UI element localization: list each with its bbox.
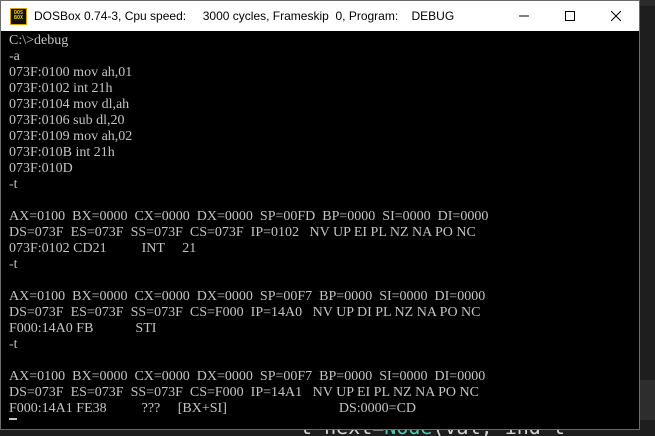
console-line: 073F:010B int 21h <box>9 145 115 160</box>
console-line: AX=0100 BX=0000 CX=0000 DX=0000 SP=00FD … <box>9 209 489 224</box>
console-line: F000:14A0 FB STI <box>9 321 157 336</box>
text-cursor <box>9 418 17 420</box>
dosbox-window: DOS BOX DOSBox 0.74-3, Cpu speed: 3000 c… <box>0 0 640 430</box>
maximize-icon <box>565 11 575 21</box>
background-edge <box>640 380 655 420</box>
console-line: 073F:0104 mov dl,ah <box>9 97 130 112</box>
console-line: 073F:010D <box>9 161 73 176</box>
console-line: DS=073F ES=073F SS=073F CS=F000 IP=14A0 … <box>9 305 481 320</box>
console-line: 073F:0102 CD21 INT 21 <box>9 241 197 256</box>
window-title: DOSBox 0.74-3, Cpu speed: 3000 cycles, F… <box>34 9 455 23</box>
console-line: AX=0100 BX=0000 CX=0000 DX=0000 SP=00F7 … <box>9 369 486 384</box>
console-line: 073F:0100 mov ah,01 <box>9 65 133 80</box>
minimize-button[interactable] <box>501 1 547 31</box>
dosbox-icon[interactable]: DOS BOX <box>10 7 27 25</box>
console-line: -t <box>9 257 18 272</box>
maximize-button[interactable] <box>547 1 593 31</box>
console-line: C:\>debug <box>9 33 69 48</box>
close-icon <box>611 11 621 21</box>
console-line: 073F:0109 mov ah,02 <box>9 129 133 144</box>
title-bar[interactable]: DOS BOX DOSBox 0.74-3, Cpu speed: 3000 c… <box>1 1 639 31</box>
console-line: -t <box>9 337 18 352</box>
console-line: 073F:0102 int 21h <box>9 81 113 96</box>
minimize-icon <box>519 15 529 17</box>
console-line: F000:14A1 FE38 ??? [BX+SI] DS:0000=CD <box>9 401 417 416</box>
console-line: DS=073F ES=073F SS=073F CS=F000 IP=14A1 … <box>9 385 479 400</box>
dos-console[interactable]: C:\>debug -a 073F:0100 mov ah,01 073F:0102 … <box>9 33 634 428</box>
console-line: AX=0100 BX=0000 CX=0000 DX=0000 SP=00F7 … <box>9 289 486 304</box>
console-line: 073F:0106 sub dl,20 <box>9 113 125 128</box>
console-line: DS=073F ES=073F SS=073F CS=073F IP=0102 … <box>9 225 476 240</box>
console-line: -t <box>9 177 18 192</box>
close-button[interactable] <box>593 1 639 31</box>
console-line: -a <box>9 49 20 64</box>
window-controls <box>501 1 639 31</box>
